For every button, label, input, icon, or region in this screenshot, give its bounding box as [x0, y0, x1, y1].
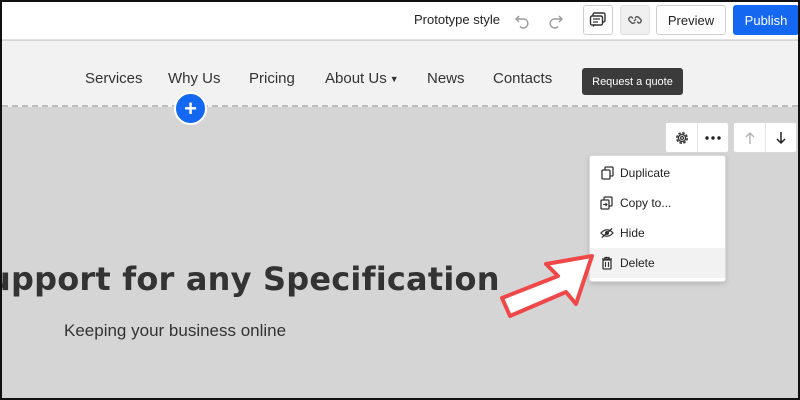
- prototype-style-label[interactable]: Prototype style: [414, 12, 500, 27]
- section-context-menu: Duplicate Copy to... Hide Delete: [589, 155, 726, 282]
- arrow-up-icon: [744, 131, 755, 144]
- menu-item-delete[interactable]: Delete: [590, 248, 725, 278]
- move-down-button[interactable]: [765, 123, 796, 152]
- menu-item-duplicate-label: Duplicate: [620, 166, 671, 180]
- section-controls: [665, 122, 729, 153]
- redo-icon[interactable]: [543, 8, 569, 34]
- section-settings-button[interactable]: [666, 123, 697, 152]
- annotation-arrow-icon: [500, 254, 594, 318]
- plus-icon: +: [184, 95, 197, 121]
- undo-icon[interactable]: [509, 8, 535, 34]
- gear-icon: [675, 131, 688, 144]
- more-horizontal-icon: [705, 135, 721, 140]
- nav-item-contacts[interactable]: Contacts: [493, 70, 552, 87]
- menu-item-copy-to-label: Copy to...: [620, 196, 672, 210]
- trash-icon: [600, 256, 614, 270]
- caret-down-icon: ▼: [389, 74, 399, 84]
- link-button[interactable]: [620, 5, 650, 35]
- eye-off-icon: [600, 226, 614, 240]
- menu-item-hide-label: Hide: [620, 226, 645, 240]
- duplicate-icon: [600, 166, 614, 180]
- menu-item-copy-to[interactable]: Copy to...: [590, 188, 725, 218]
- editor-toolbar: Prototype style Preview Publish: [2, 2, 798, 40]
- redo-icon-svg: [549, 15, 563, 29]
- link-icon: [628, 16, 642, 24]
- nav-item-about-us-label: About Us: [325, 70, 387, 87]
- nav-item-pricing[interactable]: Pricing: [249, 70, 295, 87]
- menu-item-delete-label: Delete: [620, 256, 655, 270]
- request-quote-button[interactable]: Request a quote: [582, 68, 683, 95]
- nav-item-about-us[interactable]: About Us ▼: [325, 70, 399, 87]
- comments-icon: [589, 12, 606, 27]
- editor-frame: Prototype style Preview Publish Services…: [0, 0, 800, 400]
- arrow-down-icon: [776, 131, 786, 144]
- hero-title[interactable]: upport for any Specification: [2, 260, 500, 298]
- preview-button[interactable]: Preview: [656, 5, 726, 35]
- hero-subtitle[interactable]: Keeping your business online: [64, 321, 286, 341]
- section-move-controls: [733, 122, 797, 153]
- menu-item-hide[interactable]: Hide: [590, 218, 725, 248]
- menu-item-duplicate[interactable]: Duplicate: [590, 158, 725, 188]
- move-up-button[interactable]: [734, 123, 765, 152]
- comments-button[interactable]: [583, 5, 613, 35]
- add-section-button[interactable]: +: [174, 92, 207, 125]
- undo-icon-svg: [515, 15, 529, 29]
- copy-to-icon: [600, 196, 614, 210]
- publish-button[interactable]: Publish: [733, 5, 798, 35]
- nav-item-why-us[interactable]: Why Us: [168, 70, 221, 87]
- nav-item-news[interactable]: News: [427, 70, 465, 87]
- nav-item-services[interactable]: Services: [85, 70, 143, 87]
- section-more-button[interactable]: [697, 123, 728, 152]
- site-header: Services Why Us Pricing About Us ▼ News C…: [2, 41, 798, 107]
